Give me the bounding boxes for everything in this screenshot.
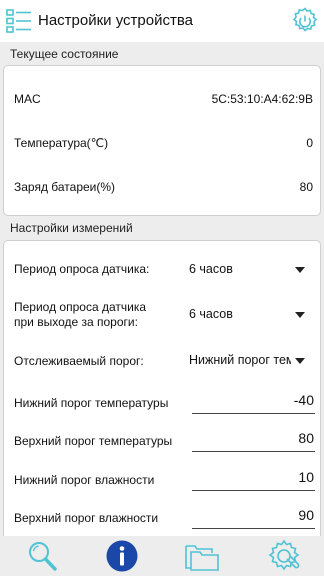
threshold-poll-period-label-line1: Период опроса датчика (14, 300, 146, 314)
mac-value: 5C:53:10:A4:62:9B (211, 92, 313, 106)
humidity-high-field[interactable] (192, 503, 315, 529)
folders-icon[interactable] (184, 538, 220, 574)
humidity-low-field[interactable] (192, 465, 315, 491)
bottom-navigation (0, 536, 324, 576)
temperature-value: 0 (306, 136, 313, 150)
gear-settings-icon[interactable] (266, 538, 302, 574)
tracked-threshold-value: Нижний порог температуры (189, 353, 291, 367)
chevron-down-icon (295, 358, 305, 364)
app-bar: Настройки устройства (0, 0, 324, 42)
battery-value: 80 (299, 180, 313, 194)
temp-low-input[interactable] (192, 388, 315, 412)
humidity-high-input[interactable] (192, 503, 315, 527)
humidity-low-label: Нижний порог влажности (14, 473, 155, 487)
tracked-threshold-dropdown[interactable]: Нижний порог температуры (186, 349, 311, 373)
poll-period-value: 6 часов (189, 262, 233, 276)
temp-high-field[interactable] (192, 426, 315, 452)
status-card: MAC 5C:53:10:A4:62:9B Температура(℃) 0 З… (3, 65, 321, 216)
threshold-poll-period-label: Период опроса датчика при выходе за поро… (14, 300, 146, 330)
threshold-poll-period-label-line2: при выходе за пороги: (14, 315, 138, 329)
mac-label: MAC (14, 92, 41, 106)
humidity-low-input[interactable] (192, 465, 315, 489)
list-menu-icon[interactable] (5, 7, 33, 35)
battery-label: Заряд батареи(%) (14, 180, 116, 194)
info-icon[interactable] (104, 538, 140, 574)
temp-low-field[interactable] (192, 388, 315, 414)
temp-low-label: Нижний порог температуры (14, 396, 169, 410)
chevron-down-icon (295, 267, 305, 273)
chevron-down-icon (295, 312, 305, 318)
settings-card: Период опроса датчика: 6 часов Период оп… (3, 240, 321, 536)
temp-high-input[interactable] (192, 426, 315, 450)
threshold-poll-period-value: 6 часов (189, 307, 233, 321)
search-icon[interactable] (24, 538, 60, 574)
poll-period-label: Период опроса датчика: (14, 262, 150, 276)
threshold-poll-period-dropdown[interactable]: 6 часов (186, 303, 311, 327)
settings-section-title: Настройки измерений (10, 221, 133, 235)
temperature-label: Температура(℃) (14, 136, 109, 150)
page-title: Настройки устройства (38, 12, 193, 29)
status-section-title: Текущее состояние (10, 47, 119, 61)
humidity-high-label: Верхний порог влажности (14, 511, 159, 525)
temp-high-label: Верхний порог температуры (14, 434, 173, 448)
tracked-threshold-label: Отслеживаемый порог: (14, 354, 144, 368)
power-settings-icon[interactable] (290, 6, 320, 36)
poll-period-dropdown[interactable]: 6 часов (186, 258, 311, 282)
